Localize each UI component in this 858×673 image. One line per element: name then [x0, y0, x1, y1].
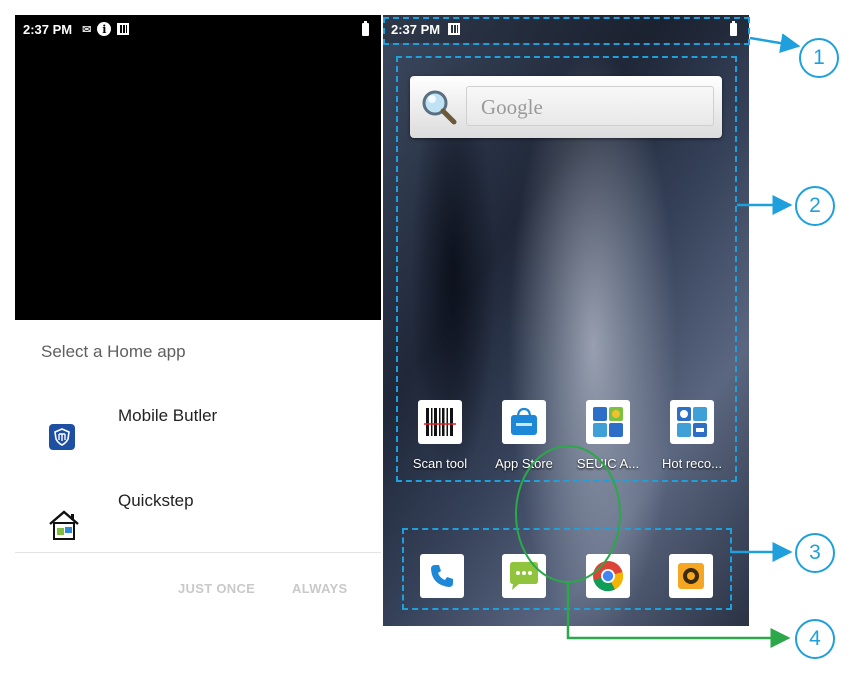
callout-1: 1	[799, 38, 839, 78]
callout-number: 3	[809, 541, 821, 564]
callout-number: 1	[813, 46, 825, 69]
callout-number: 2	[809, 194, 821, 217]
callout-4: 4	[795, 619, 835, 659]
annotation-lines	[515, 33, 801, 648]
callout-3: 3	[795, 533, 835, 573]
callout-2: 2	[795, 186, 835, 226]
callout-number: 4	[809, 627, 821, 650]
